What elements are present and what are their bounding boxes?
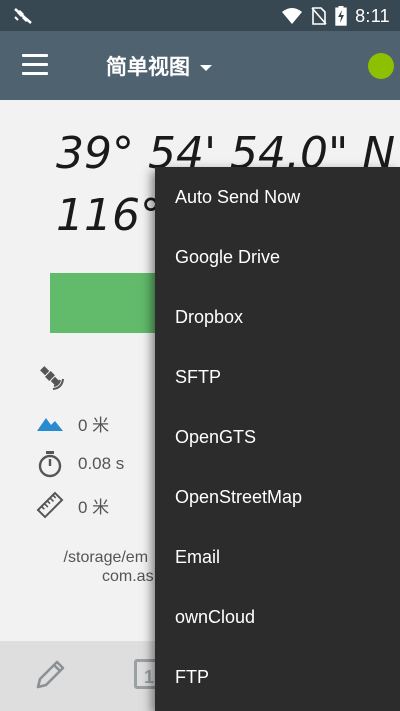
duration-value: 0.08 s [78,454,125,473]
menu-item-auto-send-now[interactable]: Auto Send Now [155,167,400,227]
mountain-altitude-icon [36,409,64,437]
log-path-line1: /storage/em [63,549,149,566]
gps-status-indicator[interactable] [368,53,394,79]
battery-icon [335,6,347,26]
stopwatch-icon [36,450,64,478]
stat-row-distance: 0 米 [36,491,109,519]
status-icons: 8:11 [281,4,390,28]
view-selector-dropdown[interactable]: 简单视图 [106,51,212,81]
clock-time: 8:11 [355,5,390,26]
stat-row-altitude: 0 米 [36,409,109,437]
satellite-off-icon [14,8,32,24]
distance-value: 0 米 [78,497,110,517]
pencil-icon[interactable] [32,657,68,693]
ruler-icon [36,491,64,519]
hamburger-menu-icon[interactable] [22,54,48,76]
menu-item-opengts[interactable]: OpenGTS [155,407,400,467]
start-logging-button[interactable] [50,273,170,333]
menu-item-google-drive[interactable]: Google Drive [155,227,400,287]
stat-row-duration: 0.08 s [36,450,124,478]
status-bar: 8:11 [0,0,400,31]
menu-item-owncloud[interactable]: ownCloud [155,587,400,647]
menu-item-openstreetmap[interactable]: OpenStreetMap [155,467,400,527]
share-menu-popup: Auto Send Now Google Drive Dropbox SFTP … [155,167,400,711]
wifi-icon [282,8,303,24]
stat-row-satellites [36,362,78,390]
menu-item-sftp[interactable]: SFTP [155,347,400,407]
toolbar-title: 简单视图 [106,55,190,79]
log-file-path: /storage/em com.as [58,548,154,586]
chevron-down-icon [200,65,212,71]
menu-item-ftp[interactable]: FTP [155,647,400,707]
no-sim-icon [311,7,327,25]
menu-item-dropbox[interactable]: Dropbox [155,287,400,347]
satellite-icon [36,362,64,390]
altitude-value: 0 米 [78,415,110,435]
menu-item-email[interactable]: Email [155,527,400,587]
app-toolbar: 简单视图 [0,31,400,100]
log-path-line2: com.as [102,568,154,585]
